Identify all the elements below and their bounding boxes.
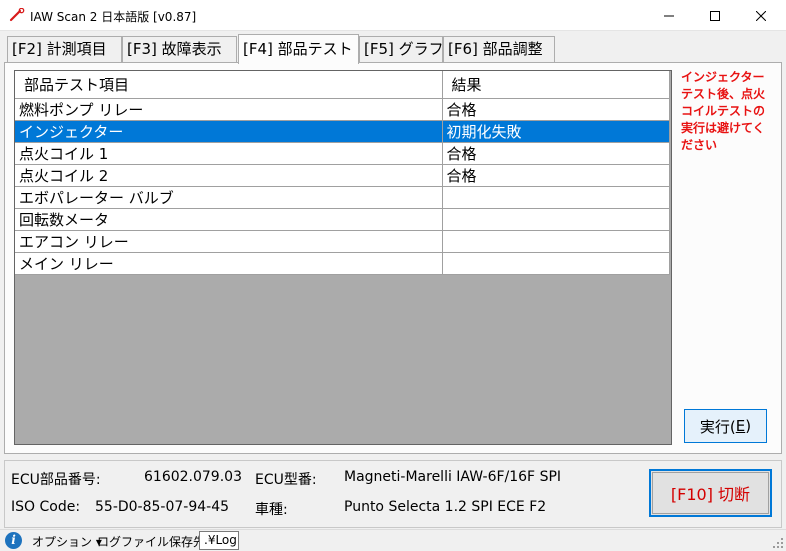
log-folder-path[interactable]: .¥Log bbox=[199, 531, 239, 550]
item-cell[interactable]: 回転数メータ bbox=[15, 208, 443, 231]
maximize-button[interactable] bbox=[692, 0, 738, 31]
table-row-selected[interactable]: インジェクター 初期化失敗 bbox=[15, 120, 670, 143]
result-cell[interactable] bbox=[442, 252, 670, 275]
run-button[interactable]: 実行(E) bbox=[684, 409, 767, 443]
item-cell[interactable]: 点火コイル 1 bbox=[15, 142, 443, 165]
table-row[interactable]: 点火コイル 2 合格 bbox=[15, 164, 670, 187]
disconnect-button-label: [F10] 切断 bbox=[670, 485, 751, 504]
run-button-accel: E bbox=[735, 417, 746, 435]
info-icon[interactable]: i bbox=[5, 532, 22, 549]
table-row[interactable]: エボパレーター バルブ bbox=[15, 186, 670, 209]
result-cell[interactable] bbox=[442, 186, 670, 209]
options-menu[interactable]: オプション ▾ bbox=[32, 533, 102, 550]
minimize-button[interactable] bbox=[646, 0, 692, 31]
item-cell[interactable]: 燃料ポンプ リレー bbox=[15, 98, 443, 121]
column-header-result[interactable]: 結果 bbox=[442, 71, 670, 99]
tab-component-adjust[interactable]: [F6] 部品調整 bbox=[443, 36, 555, 62]
table-row[interactable]: エアコン リレー bbox=[15, 230, 670, 253]
maximize-icon bbox=[710, 10, 720, 21]
close-icon bbox=[756, 10, 766, 21]
iso-code-label: ISO Code: bbox=[11, 499, 81, 515]
minimize-icon bbox=[664, 15, 674, 16]
close-button[interactable] bbox=[738, 0, 784, 31]
item-cell[interactable]: メイン リレー bbox=[15, 252, 443, 275]
result-cell[interactable] bbox=[442, 230, 670, 253]
item-cell[interactable]: 点火コイル 2 bbox=[15, 164, 443, 187]
tab-graph[interactable]: [F5] グラフ bbox=[359, 36, 444, 62]
tab-fault-display[interactable]: [F3] 故障表示 bbox=[122, 36, 237, 62]
tab-measurement-items[interactable]: [F2] 計測項目 bbox=[7, 36, 122, 62]
result-cell[interactable] bbox=[442, 208, 670, 231]
ecu-part-value: 61602.079.03 bbox=[144, 469, 242, 485]
table-row[interactable]: 回転数メータ bbox=[15, 208, 670, 231]
result-cell[interactable]: 合格 bbox=[442, 164, 670, 187]
result-cell[interactable]: 初期化失敗 bbox=[442, 120, 670, 143]
title-bar[interactable]: IAW Scan 2 日本語版 [v0.87] bbox=[0, 0, 786, 31]
vehicle-label: 車種: bbox=[255, 502, 288, 518]
ecu-model-label: ECU型番: bbox=[255, 472, 317, 488]
item-cell[interactable]: エアコン リレー bbox=[15, 230, 443, 253]
component-test-grid[interactable]: 部品テスト項目 結果 燃料ポンプ リレー 合格 インジェクター 初期化失敗 点火… bbox=[14, 70, 672, 445]
run-button-label: 実行( bbox=[699, 417, 736, 436]
ecu-part-label: ECU部品番号: bbox=[11, 472, 101, 488]
injector-warning-text: インジェクターテスト後、点火コイルテストの実行は避けてください bbox=[681, 70, 766, 152]
disconnect-button[interactable]: [F10] 切断 bbox=[649, 469, 772, 517]
vehicle-value: Punto Selecta 1.2 SPI ECE F2 bbox=[344, 499, 547, 515]
status-bar: i オプション ▾ ログファイル保存先： .¥Log bbox=[0, 529, 786, 551]
table-row[interactable]: 点火コイル 1 合格 bbox=[15, 142, 670, 165]
result-cell[interactable]: 合格 bbox=[442, 98, 670, 121]
item-cell[interactable]: エボパレーター バルブ bbox=[15, 186, 443, 209]
table-row[interactable]: メイン リレー bbox=[15, 252, 670, 275]
resize-grip-icon[interactable] bbox=[772, 537, 784, 549]
run-button-close: ) bbox=[745, 417, 752, 435]
ecu-model-value: Magneti-Marelli IAW-6F/16F SPI bbox=[344, 469, 562, 485]
tab-strip: [F2] 計測項目 [F3] 故障表示 [F4] 部品テスト [F5] グラフ … bbox=[0, 31, 786, 64]
result-cell[interactable]: 合格 bbox=[442, 142, 670, 165]
window-title: IAW Scan 2 日本語版 [v0.87] bbox=[30, 10, 197, 24]
column-header-item[interactable]: 部品テスト項目 bbox=[15, 71, 443, 99]
table-row[interactable]: 燃料ポンプ リレー 合格 bbox=[15, 98, 670, 121]
tab-component-test[interactable]: [F4] 部品テスト bbox=[238, 34, 359, 64]
app-wrench-icon bbox=[9, 8, 25, 22]
item-cell[interactable]: インジェクター bbox=[15, 120, 443, 143]
iso-code-value: 55-D0-85-07-94-45 bbox=[95, 499, 230, 515]
